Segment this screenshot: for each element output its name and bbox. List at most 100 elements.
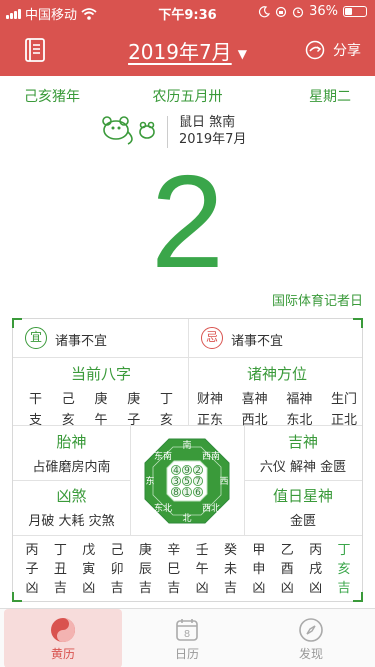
- hours-table: 丙丁戊己庚辛壬癸甲乙丙丁子丑寅卯辰巳午未申酉戌亥凶吉凶吉吉吉凶吉凶凶凶吉: [21, 541, 355, 598]
- share-label: 分享: [333, 43, 361, 59]
- compass-cell-number: 8: [173, 488, 179, 498]
- compass-cell-number: 5: [184, 477, 190, 487]
- battery-icon: [343, 6, 367, 17]
- date-info-row: 己亥猪年 农历五月卅 星期二: [0, 86, 375, 106]
- share-icon: [305, 40, 325, 60]
- status-bar: 中国移动 下午9:36 36%: [0, 0, 375, 24]
- compass-w: 东: [145, 475, 154, 487]
- zhishen-title: 值日星神: [272, 487, 333, 505]
- compass-cell-number: 3: [173, 477, 179, 487]
- chevron-down-icon: ▼: [237, 46, 247, 61]
- hour-stem: 壬: [195, 543, 209, 558]
- hour-luck: 吉: [224, 581, 238, 596]
- bazi-cell[interactable]: 当前八字 干 己 庚 庚 丁 支 亥 午 子 亥: [23, 363, 179, 428]
- compass-cell-number: 6: [195, 488, 201, 498]
- direction-god: 喜神: [241, 392, 268, 407]
- hour-stem: 丙: [25, 543, 39, 558]
- tab-calendar[interactable]: 8 日历: [128, 609, 246, 667]
- yi-text: 诸事不宜: [55, 334, 108, 349]
- rotation-lock-icon: [275, 6, 287, 17]
- compass-s: 北: [182, 513, 191, 524]
- direction-value: 西北: [241, 413, 268, 428]
- compass-cell-number: 2: [195, 466, 201, 476]
- direction-god: 生门: [330, 392, 357, 407]
- hour-stem: 丁: [337, 543, 351, 558]
- hour-luck: 吉: [337, 581, 351, 596]
- hours-row-luck: 凶吉凶吉吉吉凶吉凶凶凶吉: [21, 579, 355, 598]
- svg-text:8: 8: [184, 629, 190, 640]
- divider: [167, 116, 168, 148]
- compass-icon: [299, 618, 323, 642]
- bazi-title: 当前八字: [70, 365, 131, 383]
- bazi-top: 己: [61, 392, 75, 407]
- compass-n: 南: [182, 439, 191, 451]
- hour-luck: 吉: [138, 581, 152, 596]
- hour-stem: 庚: [138, 543, 152, 558]
- compass-nw: 东南: [154, 450, 172, 462]
- day-info: 鼠日 煞南 2019年7月: [179, 114, 246, 148]
- bazi-top: 干: [29, 392, 43, 407]
- yin-yang-icon: [51, 618, 75, 642]
- calendar-icon: 8: [176, 619, 198, 641]
- tab-discover[interactable]: 发现: [252, 609, 370, 667]
- compass-sw: 东北: [154, 502, 172, 514]
- directions-cell[interactable]: 诸神方位 财神 喜神 福神 生门 正东 西北 东北 正北: [197, 363, 357, 428]
- hours-row-stems: 丙丁戊己庚辛壬癸甲乙丙丁: [21, 541, 355, 560]
- jishen-text: 六仪 解神 金匮: [259, 460, 347, 475]
- direction-god: 财神: [197, 392, 224, 407]
- bazi-top: 庚: [94, 392, 108, 407]
- hour-branche: 未: [224, 562, 238, 577]
- jishen-cell[interactable]: 吉神 六仪 解神 金匮: [244, 431, 362, 475]
- hour-luck: 吉: [167, 581, 181, 596]
- compass-cell-number: 7: [195, 477, 201, 487]
- tab-almanac[interactable]: 黄历: [4, 609, 122, 667]
- hours-row-branches: 子丑寅卯辰巳午未申酉戌亥: [21, 560, 355, 579]
- day-sha: 鼠日 煞南: [179, 115, 236, 130]
- direction-value: 正东: [197, 413, 224, 428]
- tab-calendar-label: 日历: [174, 647, 199, 661]
- xiongsha-text: 月破 大耗 灾煞: [28, 514, 115, 529]
- directions-title: 诸神方位: [246, 365, 307, 383]
- compass-cell-number: 1: [184, 488, 190, 498]
- hour-branche: 巳: [167, 562, 181, 577]
- hour-luck: 凶: [252, 581, 266, 596]
- hour-branche: 酉: [280, 562, 294, 577]
- hour-branche: 寅: [82, 562, 96, 577]
- hour-stem: 丙: [309, 543, 323, 558]
- hour-luck: 凶: [25, 581, 39, 596]
- hour-luck: 凶: [309, 581, 323, 596]
- bazi-bottom: 亥: [61, 413, 75, 428]
- hour-branche: 子: [25, 562, 39, 577]
- yi-badge: 宜: [25, 327, 47, 349]
- bazi-bottom: 支: [29, 413, 43, 428]
- bazi-bottom: 午: [94, 413, 108, 428]
- hour-branche: 丑: [53, 562, 67, 577]
- hour-branche: 申: [252, 562, 266, 577]
- hour-branche: 午: [195, 562, 209, 577]
- taishen-cell[interactable]: 胎神 占碓磨房内南: [13, 431, 130, 475]
- compass-cell-number: 4: [173, 466, 179, 476]
- tab-almanac-label: 黄历: [50, 647, 75, 661]
- top-bar: 中国移动 下午9:36 36% 2019年7月 ▼ 分享: [0, 0, 375, 76]
- zhishen-cell[interactable]: 值日星神 金匮: [244, 485, 362, 529]
- tab-bar: 黄历 8 日历 发现: [0, 608, 375, 667]
- xiongsha-cell[interactable]: 凶煞 月破 大耗 灾煞: [13, 485, 130, 529]
- hour-luck: 吉: [110, 581, 124, 596]
- ji-badge: 忌: [201, 327, 223, 349]
- hour-stem: 己: [110, 543, 124, 558]
- battery-percent: 36%: [309, 4, 338, 19]
- hour-luck: 吉: [53, 581, 67, 596]
- moon-icon: [259, 5, 271, 17]
- hour-stem: 乙: [280, 543, 294, 558]
- zhishen-text: 金匮: [289, 514, 316, 529]
- hour-branche: 辰: [138, 562, 152, 577]
- month-title: 2019年7月: [128, 40, 232, 64]
- festival-label[interactable]: 国际体育记者日: [272, 290, 363, 309]
- hour-branche: 戌: [309, 562, 323, 577]
- compass-diagram[interactable]: 4 9 2 3 5 7 8 1 6 东南 西南 东北 西北 南 北 东 西: [133, 427, 241, 535]
- ji-text: 诸事不宜: [231, 334, 284, 349]
- weekday: 星期二: [309, 89, 351, 105]
- compass-e: 西: [219, 476, 228, 487]
- share-button[interactable]: 分享: [305, 40, 361, 60]
- bazi-bottom: 子: [127, 413, 141, 428]
